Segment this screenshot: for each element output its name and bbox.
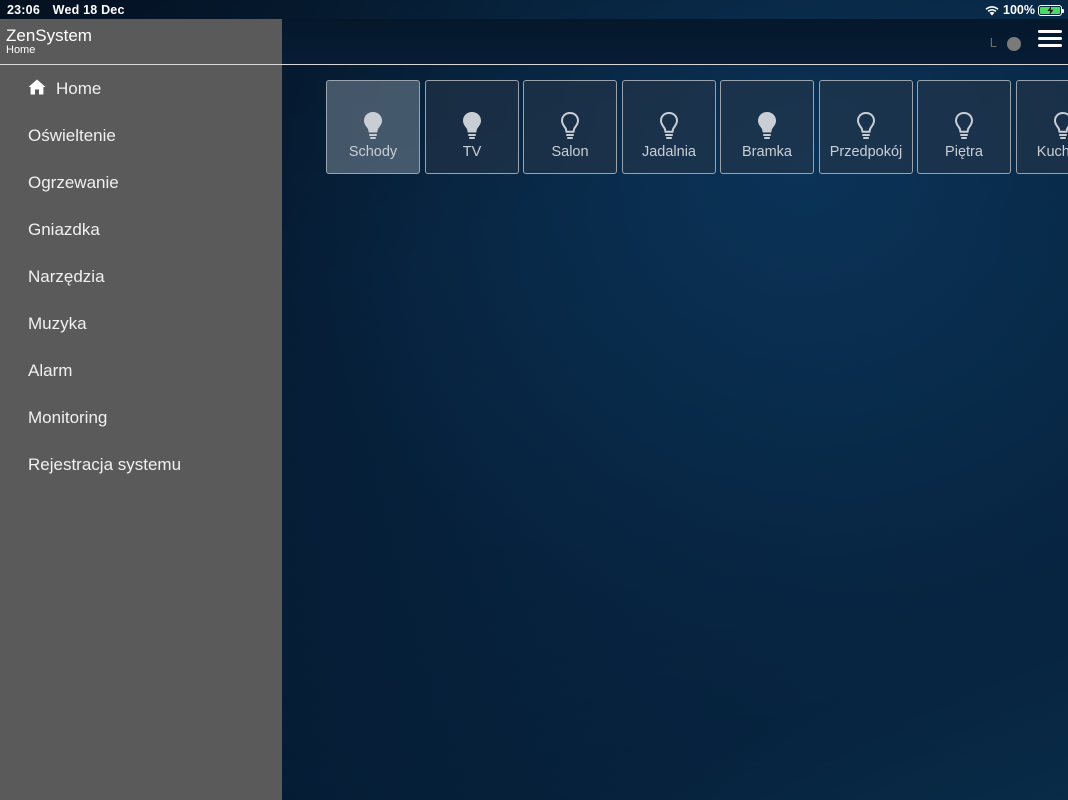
- tile-kuchnia[interactable]: Kuchnia: [1016, 80, 1068, 174]
- lightbulb-off-icon: [856, 111, 876, 139]
- light-tiles: Schody TV Salon Jadalnia Bramka Przedpok…: [326, 80, 1068, 174]
- status-bar: 23:06 Wed 18 Dec 100%: [0, 0, 1068, 19]
- tile-pietra[interactable]: Piętra: [917, 80, 1011, 174]
- tile-tv[interactable]: TV: [425, 80, 519, 174]
- sidebar-item-monitoring[interactable]: Monitoring: [0, 394, 282, 441]
- tile-label: Piętra: [945, 144, 983, 160]
- lightbulb-on-icon: [758, 112, 776, 139]
- top-bar: L: [282, 19, 1068, 65]
- sidebar-header: ZenSystem Home: [0, 19, 282, 65]
- sidebar-item-muzyka[interactable]: Muzyka: [0, 300, 282, 347]
- wifi-icon: [985, 5, 999, 15]
- tile-label: Kuchnia: [1036, 144, 1068, 160]
- sidebar-item-label: Narzędzia: [28, 266, 105, 286]
- tile-label: Bramka: [742, 144, 792, 160]
- sidebar-item-gniazdka[interactable]: Gniazdka: [0, 206, 282, 253]
- sidebar-item-label: Oświeltenie: [28, 125, 116, 145]
- sidebar-item-label: Ogrzewanie: [28, 172, 119, 192]
- tile-jadalnia[interactable]: Jadalnia: [622, 80, 716, 174]
- tile-salon[interactable]: Salon: [523, 80, 617, 174]
- connection-indicator-dot: [1007, 37, 1021, 51]
- app-subtitle: Home: [6, 44, 36, 56]
- lightbulb-off-icon: [560, 111, 580, 139]
- tile-bramka[interactable]: Bramka: [720, 80, 814, 174]
- battery-percent: 100%: [1003, 3, 1035, 17]
- tile-label: Schody: [348, 144, 398, 160]
- connection-indicator-label: L: [989, 35, 997, 50]
- tile-schody[interactable]: Schody: [326, 80, 420, 174]
- hamburger-icon[interactable]: [1038, 30, 1062, 49]
- lightbulb-off-icon: [659, 111, 679, 139]
- tile-przedpokoj[interactable]: Przedpokój: [819, 80, 913, 174]
- sidebar-item-label: Rejestracja systemu: [28, 454, 182, 474]
- battery-icon: [1038, 4, 1064, 16]
- sidebar: ZenSystem Home Home Oświeltenie Ogrzewan…: [0, 19, 282, 800]
- sidebar-item-alarm[interactable]: Alarm: [0, 347, 282, 394]
- tile-label: Jadalnia: [641, 144, 696, 160]
- lightbulb-on-icon: [463, 112, 481, 139]
- status-date: Wed 18 Dec: [52, 3, 125, 17]
- sidebar-item-label: Gniazdka: [28, 219, 100, 239]
- lightbulb-on-icon: [364, 112, 382, 139]
- status-time: 23:06: [7, 3, 40, 17]
- sidebar-item-home[interactable]: Home: [0, 65, 282, 112]
- sidebar-item-narzedzia[interactable]: Narzędzia: [0, 253, 282, 300]
- sidebar-item-label: Monitoring: [28, 407, 108, 427]
- sidebar-item-label: Home: [56, 78, 102, 98]
- sidebar-item-label: Alarm: [28, 360, 73, 380]
- lightbulb-off-icon: [954, 111, 974, 139]
- sidebar-item-ogrzewanie[interactable]: Ogrzewanie: [0, 159, 282, 206]
- tile-label: Salon: [551, 144, 589, 160]
- home-icon: [28, 79, 46, 95]
- sidebar-item-label: Muzyka: [28, 313, 87, 333]
- tile-label: Przedpokój: [829, 144, 903, 160]
- sidebar-item-oswietlenie[interactable]: Oświeltenie: [0, 112, 282, 159]
- tile-label: TV: [462, 144, 482, 160]
- sidebar-menu: Home Oświeltenie Ogrzewanie Gniazdka Nar…: [0, 65, 282, 488]
- sidebar-item-rejestracja-systemu[interactable]: Rejestracja systemu: [0, 441, 282, 488]
- lightbulb-off-icon: [1053, 111, 1068, 139]
- app-title: ZenSystem: [6, 26, 92, 45]
